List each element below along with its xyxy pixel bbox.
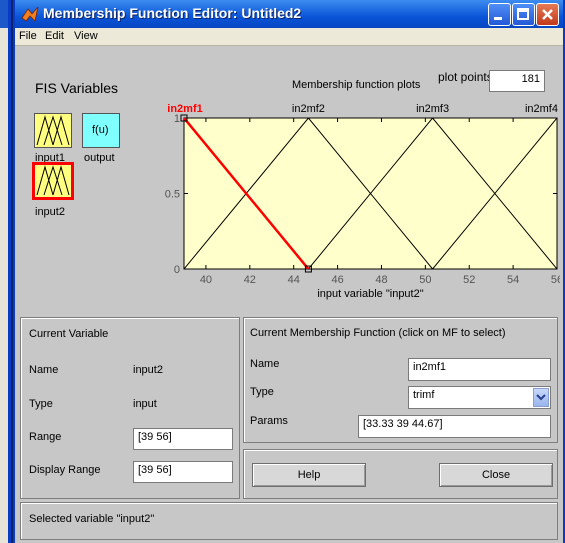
menu-view[interactable]: View — [74, 30, 98, 42]
close-icon — [542, 9, 553, 20]
plot-points-input[interactable]: 181 — [489, 70, 545, 92]
membership-triangles-icon — [36, 165, 70, 196]
editor-client-area: FIS Variables input1 f(u) output input2 … — [15, 46, 563, 543]
mf-params-label: Params — [250, 415, 288, 427]
plot-points-label: plot points: — [438, 70, 497, 84]
menu-bar: File Edit View — [15, 28, 563, 46]
maximize-icon — [517, 8, 529, 20]
current-mf-heading: Current Membership Function (click on MF… — [250, 327, 506, 339]
y-tick-label: 0.5 — [165, 189, 180, 201]
x-tick-label: 56 — [551, 274, 560, 286]
background-window-edge — [0, 0, 13, 543]
x-axis-label: input variable "input2" — [317, 288, 423, 300]
range-input[interactable]: [39 56] — [133, 428, 233, 450]
current-variable-panel: Current Variable Name input2 Type input … — [20, 317, 240, 499]
membership-function-plot[interactable]: 40424446485052545600.51input variable "i… — [145, 100, 560, 315]
variable-type-label: Type — [29, 398, 53, 410]
title-bar[interactable]: Membership Function Editor: Untitled2 — [15, 0, 563, 28]
mf-name-label: Name — [250, 358, 280, 370]
membership-triangles-icon — [36, 115, 70, 146]
close-window-button[interactable] — [536, 3, 559, 26]
input2-variable-icon-selected[interactable] — [32, 162, 74, 200]
status-bar: Selected variable "input2" — [20, 502, 558, 540]
variable-name-value: input2 — [133, 364, 163, 376]
button-panel: Help Close — [243, 449, 558, 499]
matlab-icon — [21, 6, 39, 22]
output-variable-icon[interactable]: f(u) — [82, 113, 120, 148]
minimize-button[interactable] — [488, 3, 511, 26]
mf-params-input[interactable]: [33.33 39 44.67] — [358, 415, 551, 438]
window-title: Membership Function Editor: Untitled2 — [43, 5, 302, 21]
mf-type-select[interactable]: trimf — [408, 386, 551, 409]
mf-type-label: Type — [250, 386, 274, 398]
current-mf-panel: Current Membership Function (click on MF… — [243, 317, 558, 443]
x-tick-label: 54 — [507, 274, 519, 286]
y-tick-label: 0 — [174, 264, 180, 276]
range-label: Range — [29, 431, 62, 443]
x-tick-label: 46 — [331, 274, 343, 286]
x-tick-label: 48 — [375, 274, 387, 286]
input1-variable-icon[interactable] — [34, 113, 72, 148]
membership-function-editor-window: Membership Function Editor: Untitled2 Fi… — [13, 0, 565, 543]
x-tick-label: 50 — [419, 274, 431, 286]
menu-file[interactable]: File — [19, 30, 37, 42]
mf-label-in2mf3: in2mf3 — [416, 103, 449, 115]
fis-variables-heading: FIS Variables — [35, 80, 118, 96]
output-function-symbol: f(u) — [92, 124, 109, 136]
mf-type-value: trimf — [413, 389, 435, 401]
display-range-input[interactable]: [39 56] — [133, 461, 233, 483]
x-tick-label: 42 — [244, 274, 256, 286]
close-button[interactable]: Close — [439, 463, 553, 487]
plot-title: Membership function plots — [292, 79, 421, 91]
menu-edit[interactable]: Edit — [45, 30, 64, 42]
help-button[interactable]: Help — [252, 463, 366, 487]
current-variable-heading: Current Variable — [29, 328, 109, 340]
maximize-button[interactable] — [512, 3, 535, 26]
mf-label-in2mf4: in2mf4 — [525, 103, 558, 115]
input2-label: input2 — [35, 206, 65, 218]
display-range-label: Display Range — [29, 464, 101, 476]
status-text: Selected variable "input2" — [29, 513, 155, 525]
dropdown-arrow-icon[interactable] — [533, 388, 549, 407]
x-tick-label: 40 — [200, 274, 212, 286]
output-label: output — [84, 152, 115, 164]
x-tick-label: 44 — [288, 274, 300, 286]
mf-name-input[interactable]: in2mf1 — [408, 358, 551, 381]
x-tick-label: 52 — [463, 274, 475, 286]
mf-label-in2mf2: in2mf2 — [292, 103, 325, 115]
variable-name-label: Name — [29, 364, 59, 376]
mf-label-in2mf1: in2mf1 — [167, 103, 202, 115]
minimize-icon — [494, 17, 502, 20]
variable-type-value: input — [133, 398, 157, 410]
